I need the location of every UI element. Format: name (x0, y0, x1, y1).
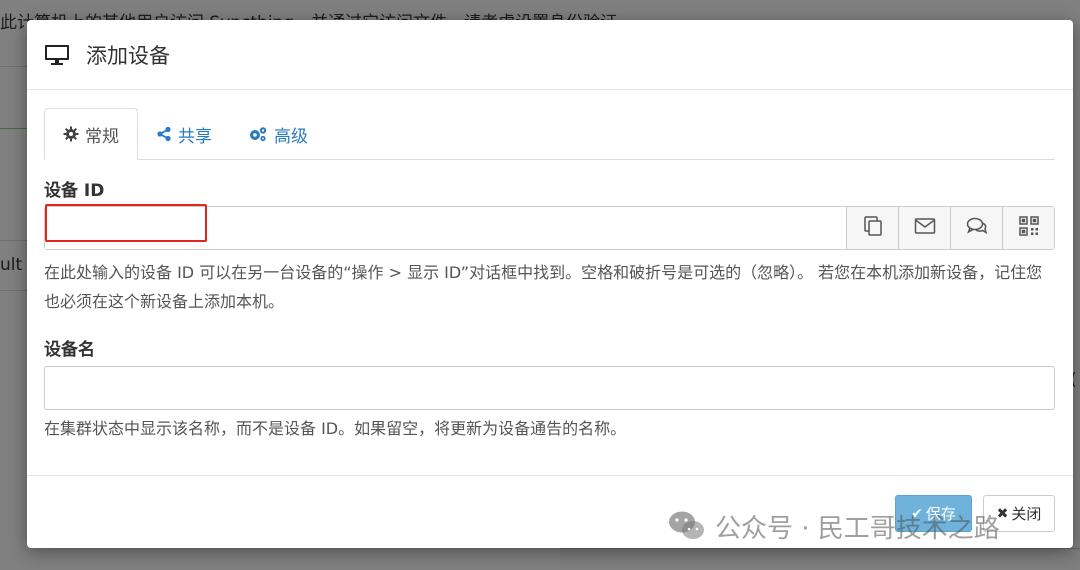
copy-button[interactable] (846, 207, 898, 249)
monitor-icon (44, 43, 70, 67)
watermark: 公众号 · 民工哥技术之路 (667, 508, 1000, 544)
device-id-help-text: 在此处输入的设备 ID 可以在另一台设备的“操作 > 显示 ID”对话框中找到。… (44, 263, 1043, 311)
dialog-body: 常规 共享 高级 设备 ID 在此处输入的设备 ID 可以在另一台设备的“操作 … (44, 108, 1055, 443)
device-name-input[interactable] (44, 366, 1055, 410)
envelope-icon (913, 214, 937, 242)
watermark-text: 公众号 · 民工哥技术之路 (715, 513, 1000, 544)
dialog-title: 添加设备 (86, 43, 170, 68)
device-id-label: 设备 ID (44, 181, 105, 201)
comment-icon (965, 214, 989, 242)
qrcode-icon (1017, 214, 1041, 242)
device-id-input-group (44, 204, 1055, 250)
device-name-label: 设备名 (44, 340, 95, 360)
dialog-header: 添加设备 (27, 20, 1073, 90)
device-id-input[interactable] (45, 207, 846, 249)
gear-icon (63, 126, 79, 142)
copy-icon (861, 214, 885, 242)
wechat-icon (667, 509, 707, 543)
tab-sharing-label: 共享 (178, 126, 212, 147)
tab-general-label: 常规 (85, 126, 119, 147)
tab-general[interactable]: 常规 (44, 108, 138, 160)
tab-advanced-label: 高级 (274, 126, 308, 147)
qrcode-button[interactable] (1002, 207, 1054, 249)
tab-advanced[interactable]: 高级 (230, 108, 326, 160)
close-button-label: 关闭 (1011, 505, 1042, 523)
add-device-dialog: 添加设备 常规 共享 高级 设备 ID 在此处输入的设备 ID 可以在另一台设备… (27, 20, 1073, 548)
share-icon (156, 126, 172, 142)
share-message-button[interactable] (950, 207, 1002, 249)
device-name-help-text: 在集群状态中显示该名称，而不是设备 ID。如果留空，将更新为设备通告的名称。 (44, 419, 627, 438)
gears-icon (248, 126, 268, 142)
tab-sharing[interactable]: 共享 (138, 108, 230, 160)
tab-bar: 常规 共享 高级 (44, 108, 1055, 160)
email-button[interactable] (898, 207, 950, 249)
